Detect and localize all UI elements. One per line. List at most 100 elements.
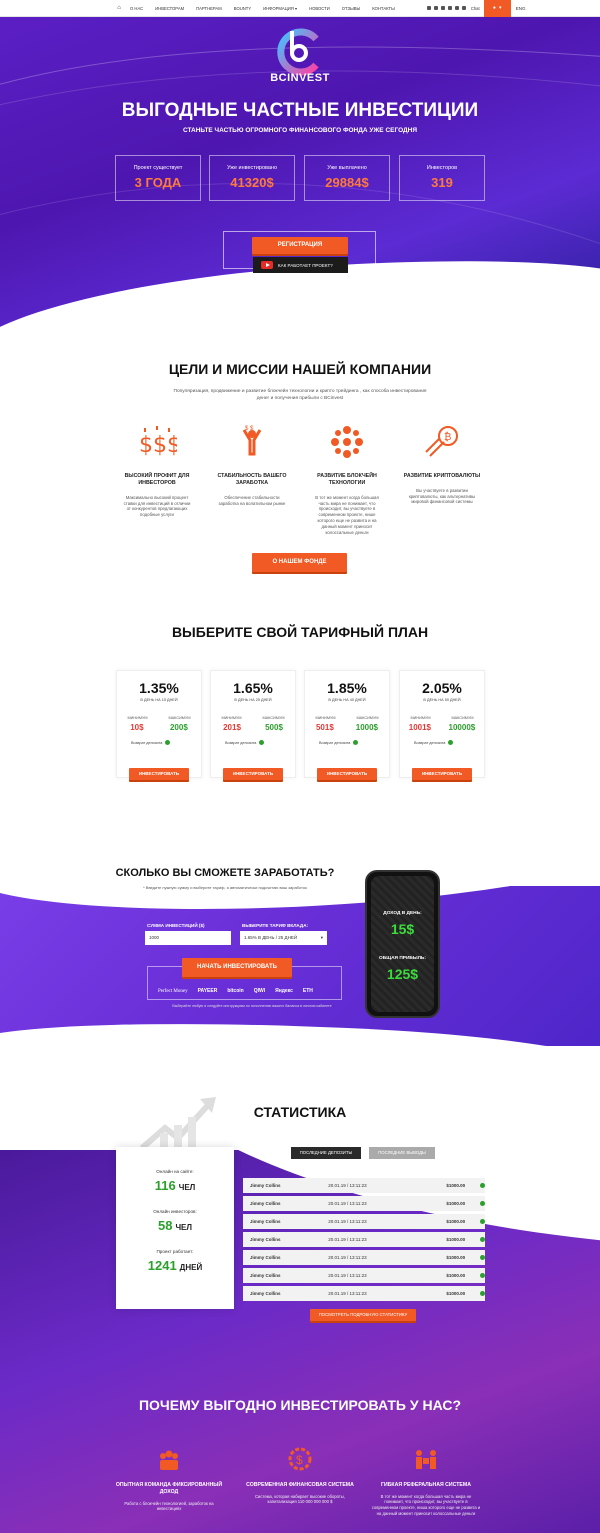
nav-item-info-label: ИНФОРМАЦИЯ (263, 5, 294, 11)
online-unit: ЧЕЛ (178, 1183, 196, 1192)
telegram-icon[interactable] (461, 6, 466, 10)
calculator-wave-bottom (0, 1007, 600, 1046)
vk-icon[interactable] (433, 6, 438, 10)
sum-input[interactable]: 1000 (145, 931, 231, 945)
stat-value: 29884$ (325, 175, 369, 190)
invest-button[interactable]: ИНВЕСТИРОВАТЬ (317, 768, 377, 780)
about-fund-button[interactable]: О НАШЕМ ФОНДЕ (252, 553, 347, 572)
odnoklassniki-icon[interactable] (454, 6, 459, 10)
register-button[interactable]: РЕГИСТРАЦИЯ (252, 237, 348, 254)
plans-title: ВЫБЕРИТЕ СВОЙ ТАРИФНЫЙ ПЛАН (171, 624, 429, 640)
goal-title: ВЫСОКИЙ ПРОФИТ ДЛЯ ИНВЕСТОРОВ (124, 473, 190, 486)
nav-item-investors[interactable]: ИНВЕСТОРАМ (149, 6, 190, 11)
deposit-return-label: Возврат депозита (225, 740, 257, 745)
chevron-down-icon: ▾ (498, 5, 502, 11)
nav-item-partners[interactable]: ПАРТНЕРАМ (190, 6, 228, 11)
investors-unit: ЧЕЛ (175, 1223, 193, 1232)
goal-description: Вы участвуете в развитии криптовалюты, к… (408, 487, 476, 505)
invest-button[interactable]: ИНВЕСТИРОВАТЬ (129, 768, 189, 780)
why-item-team: ОПЫТНАЯ КОМАНДА ФИКСИРОВАННЫЙ ДОХОД Рабо… (114, 1446, 224, 1512)
table-row: Jimmy Collins 20.01.19 / 13:11:23 $1000.00 (243, 1286, 485, 1301)
check-icon (480, 1273, 485, 1278)
tab-last-withdrawals[interactable]: ПОСЛЕДНИЕ ВЫВОДЫ (369, 1147, 435, 1159)
bcinvest-logo-icon[interactable] (272, 25, 326, 79)
user-menu-button[interactable]: ● ▾ (483, 0, 511, 17)
min-label: МИНИМУМ (410, 716, 431, 720)
min-label: МИНИМУМ (221, 716, 242, 720)
nav-item-contacts[interactable]: КОНТАКТЫ (366, 6, 401, 11)
nav-item-bounty[interactable]: BOUNTY (228, 6, 257, 11)
daily-income-value: 15$ (390, 921, 415, 937)
max-label: МАКСИМУМ (262, 716, 285, 720)
plan-card: 1.65% В ДЕНЬ НА 25 ДНЕЙ МИНИМУМ МАКСИМУМ … (210, 670, 296, 780)
goal-description: В тот же момент когда большая часть мира… (315, 494, 379, 535)
plan-select-label: ВЫБЕРИТЕ ТАРИФ ВКЛАДА: (242, 923, 309, 928)
goal-item-blockchain: РАЗВИТИЕ БЛОКЧЕЙН ТЕХНОЛОГИИ В тот же мо… (302, 422, 392, 535)
min-value: 1001$ (408, 723, 431, 732)
home-icon[interactable]: ⌂ (114, 5, 124, 11)
row-name: Jimmy Collins (250, 1183, 281, 1188)
min-value: 10$ (130, 723, 144, 732)
nav-item-news[interactable]: НОВОСТИ (303, 6, 336, 11)
facebook-icon[interactable] (440, 6, 445, 10)
sum-label: СУММА ИНВЕСТИЦИЙ ($) (147, 923, 205, 928)
table-row: Jimmy Collins 20.01.19 / 13:11:23 $1000.00 (243, 1268, 485, 1283)
max-label: МАКСИМУМ (451, 716, 474, 720)
why-item-description: В тот же момент когда большая часть мира… (371, 1493, 481, 1516)
phone-mockup: ДОХОД В ДЕНЬ: 15$ ОБЩАЯ ПРИБЫЛЬ: 125$ (365, 870, 440, 1018)
invest-button[interactable]: ИНВЕСТИРОВАТЬ (223, 768, 283, 780)
bitcoin-coins-icon: ₿ (425, 426, 458, 457)
table-row: Jimmy Collins 20.01.19 / 13:11:23 $1000.00 (243, 1232, 485, 1247)
max-value: 500$ (265, 723, 283, 732)
row-date: 20.01.19 / 13:11:23 (328, 1291, 367, 1296)
growth-arrow-icon (140, 1097, 216, 1151)
why-item-system: $ СОВРЕМЕННАЯ ФИНАНСОВАЯ СИСТЕМА Система… (245, 1446, 355, 1505)
row-name: Jimmy Collins (250, 1255, 281, 1260)
nav-item-reviews[interactable]: ОТЗЫВЫ (336, 6, 367, 11)
goal-item-profit: $$$ ВЫСОКИЙ ПРОФИТ ДЛЯ ИНВЕСТОРОВ Максим… (112, 422, 202, 518)
row-date: 20.01.19 / 13:11:23 (328, 1219, 367, 1224)
row-date: 20.01.19 / 13:11:23 (328, 1255, 367, 1260)
stat-value: 3 ГОДА (134, 175, 182, 190)
chevron-down-icon: ▾ (320, 935, 323, 940)
ethereum-logo: ETH (302, 988, 313, 994)
stat-label: Инвесторов (426, 165, 458, 171)
tab-last-deposits[interactable]: ПОСЛЕДНИЕ ДЕПОЗИТЫ (291, 1147, 361, 1159)
row-date: 20.01.19 / 13:11:23 (328, 1183, 367, 1188)
youtube-icon[interactable] (447, 6, 452, 10)
investors-count: 58 ЧЕЛ (116, 1218, 234, 1233)
work-value: 1241 (147, 1258, 177, 1273)
row-sum: $1000.00 (446, 1273, 466, 1278)
stat-label: Уже выплачено (327, 165, 367, 171)
detailed-stats-button[interactable]: ПОСМОТРЕТЬ ПОДРОБНУЮ СТАТИСТИКУ (310, 1309, 416, 1321)
stats-title: СТАТИСТИКА (253, 1104, 347, 1120)
start-investing-button[interactable]: НАЧАТЬ ИНВЕСТИРОВАТЬ (182, 958, 292, 977)
row-name: Jimmy Collins (250, 1201, 281, 1206)
chat-link[interactable]: Chat (471, 6, 480, 11)
plan-percent: 1.35% (139, 680, 179, 696)
investors-online-label: Онлайн инвесторов: (153, 1209, 197, 1214)
stat-label: Проект существует (133, 165, 183, 171)
plan-select[interactable]: 1.65% В ДЕНЬ / 25 ДНЕЙ ▾ (240, 931, 327, 945)
calculator-title: СКОЛЬКО ВЫ СМОЖЕТЕ ЗАРАБОТАТЬ? (115, 867, 335, 879)
plan-percent: 2.05% (422, 680, 462, 696)
online-count: 116 ЧЕЛ (116, 1178, 234, 1193)
row-name: Jimmy Collins (250, 1237, 281, 1242)
online-label: Онлайн на сайте: (156, 1169, 194, 1174)
goal-description: Обеспечение стабильности заработка на во… (218, 494, 286, 506)
check-icon (480, 1255, 485, 1260)
svg-text:$: $ (296, 1453, 303, 1467)
instagram-icon[interactable] (426, 6, 431, 10)
invest-button[interactable]: ИНВЕСТИРОВАТЬ (412, 768, 472, 780)
chevron-down-icon: ▾ (294, 5, 298, 11)
nav-item-info[interactable]: ИНФОРМАЦИЯ ▾ (257, 6, 303, 11)
plan-card: 1.35% В ДЕНЬ НА 15 ДНЕЙ МИНИМУМ МАКСИМУМ … (116, 670, 202, 780)
tab-label: ПОСЛЕДНИЕ ВЫВОДЫ (378, 1150, 426, 1155)
language-switch[interactable]: ENG (516, 6, 526, 11)
nav-item-about[interactable]: О НАС (124, 6, 149, 11)
deposit-return-label: Возврат депозита (319, 740, 351, 745)
how-it-works-button[interactable]: КАК РАБОТАЕТ ПРОЕКТ? (253, 257, 348, 273)
row-name: Jimmy Collins (250, 1291, 281, 1296)
min-value: 501$ (315, 723, 334, 732)
youtube-play-icon (261, 261, 273, 269)
